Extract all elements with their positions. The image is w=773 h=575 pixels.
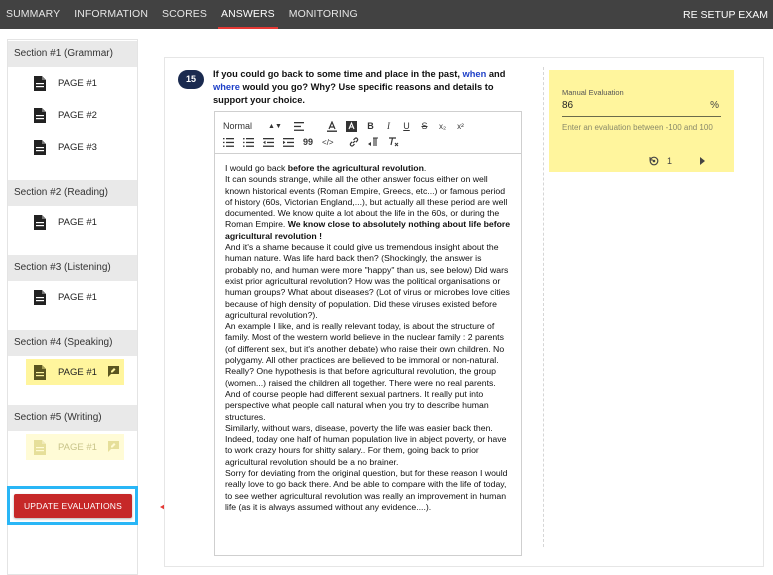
history-icon[interactable] — [649, 156, 659, 166]
ordered-list-icon[interactable] — [223, 136, 234, 149]
tab-monitoring[interactable]: MONITORING — [282, 0, 365, 29]
question-number-badge: 15 — [178, 70, 204, 89]
align-icon[interactable] — [294, 120, 304, 133]
update-evaluations-highlight: UPDATE EVALUATIONS — [7, 486, 138, 525]
document-icon — [34, 75, 46, 91]
bullet-list-icon[interactable] — [243, 136, 254, 149]
input-underline — [562, 116, 721, 117]
highlight-icon[interactable] — [346, 120, 357, 133]
sidebar-page-listening-1[interactable]: PAGE #1 — [26, 284, 124, 310]
page-label: PAGE #2 — [58, 109, 97, 121]
feedback-icon — [108, 366, 119, 377]
answer-text[interactable]: I would go back before the agricultural … — [215, 154, 521, 513]
editor-toolbar: Normal ▲▼ B I U S x₂ x² 99 </> — [215, 112, 521, 154]
underline-button[interactable]: U — [402, 120, 411, 133]
text-style-select[interactable]: Normal ▲▼ — [223, 120, 285, 133]
page-label: PAGE #3 — [58, 141, 97, 153]
indent-icon[interactable] — [283, 136, 294, 149]
feedback-icon — [108, 441, 119, 452]
italic-button[interactable]: I — [384, 120, 393, 133]
page-label: PAGE #1 — [58, 216, 97, 228]
page-label: PAGE #1 — [58, 366, 97, 378]
blockquote-button[interactable]: 99 — [303, 136, 313, 149]
section-header-speaking: Section #4 (Speaking) — [8, 330, 137, 356]
page-number: 1 — [667, 156, 673, 166]
sidebar-page-grammar-1[interactable]: PAGE #1 — [26, 70, 124, 96]
tab-scores[interactable]: SCORES — [155, 0, 214, 29]
answer-paragraph: Similarly, without wars, disease, povert… — [225, 422, 507, 467]
manual-evaluation-input[interactable]: 86 — [562, 100, 573, 111]
bold-button[interactable]: B — [366, 120, 375, 133]
sidebar-page-reading-1[interactable]: PAGE #1 — [26, 209, 124, 235]
document-icon — [34, 214, 46, 230]
document-icon — [34, 107, 46, 123]
page-label: PAGE #1 — [58, 291, 97, 303]
re-setup-exam-button[interactable]: RE SETUP EXAM — [683, 9, 773, 21]
link-icon[interactable] — [349, 136, 359, 149]
manual-evaluation-panel: Manual Evaluation 86 % Enter an evaluati… — [549, 70, 734, 172]
page-label: PAGE #1 — [58, 441, 97, 453]
answer-paragraph: An example I like, and is really relevan… — [225, 321, 505, 422]
answer-editor: Normal ▲▼ B I U S x₂ x² 99 </> I would go… — [214, 111, 522, 556]
text-color-icon[interactable] — [327, 120, 337, 133]
percent-suffix: % — [710, 100, 719, 111]
superscript-button[interactable]: x² — [456, 120, 465, 133]
page-label: PAGE #1 — [58, 77, 97, 89]
chevron-right-icon[interactable] — [700, 157, 706, 165]
sidebar-page-writing-1[interactable]: PAGE #1 — [26, 434, 124, 460]
rtl-icon[interactable] — [367, 136, 379, 149]
section-header-grammar: Section #1 (Grammar) — [8, 41, 137, 67]
top-nav: SUMMARY INFORMATION SCORES ANSWERS MONIT… — [0, 0, 773, 29]
manual-evaluation-label: Manual Evaluation — [562, 88, 624, 97]
section-header-reading: Section #2 (Reading) — [8, 180, 137, 206]
tab-answers[interactable]: ANSWERS — [214, 0, 282, 29]
document-icon — [34, 289, 46, 305]
outdent-icon[interactable] — [263, 136, 274, 149]
sidebar-page-speaking-1[interactable]: PAGE #1 — [26, 359, 124, 385]
answer-paragraph: I would go back before the agricultural … — [225, 163, 427, 173]
answer-paragraph: And it's a shame because it could give u… — [225, 242, 510, 320]
evaluation-pager: 1 — [649, 156, 706, 166]
section-header-writing: Section #5 (Writing) — [8, 405, 137, 431]
sidebar-page-grammar-3[interactable]: PAGE #3 — [26, 134, 124, 160]
document-icon — [34, 139, 46, 155]
manual-evaluation-hint: Enter an evaluation between -100 and 100 — [562, 123, 713, 132]
section-header-listening: Section #3 (Listening) — [8, 255, 137, 281]
tab-information[interactable]: INFORMATION — [67, 0, 155, 29]
strike-button[interactable]: S — [420, 120, 429, 133]
question-text: If you could go back to some time and pl… — [213, 69, 506, 105]
subscript-button[interactable]: x₂ — [438, 120, 447, 133]
sidebar-page-grammar-2[interactable]: PAGE #2 — [26, 102, 124, 128]
clear-format-icon[interactable] — [388, 136, 399, 149]
code-button[interactable]: </> — [322, 136, 334, 149]
document-icon — [34, 439, 46, 455]
answer-paragraph: Sorry for deviating from the original qu… — [225, 468, 508, 512]
divider — [543, 67, 544, 547]
answer-paragraph: It can sounds strange, while all the oth… — [225, 174, 511, 241]
update-evaluations-button[interactable]: UPDATE EVALUATIONS — [14, 494, 132, 518]
document-icon — [34, 364, 46, 380]
tab-summary[interactable]: SUMMARY — [0, 0, 67, 29]
